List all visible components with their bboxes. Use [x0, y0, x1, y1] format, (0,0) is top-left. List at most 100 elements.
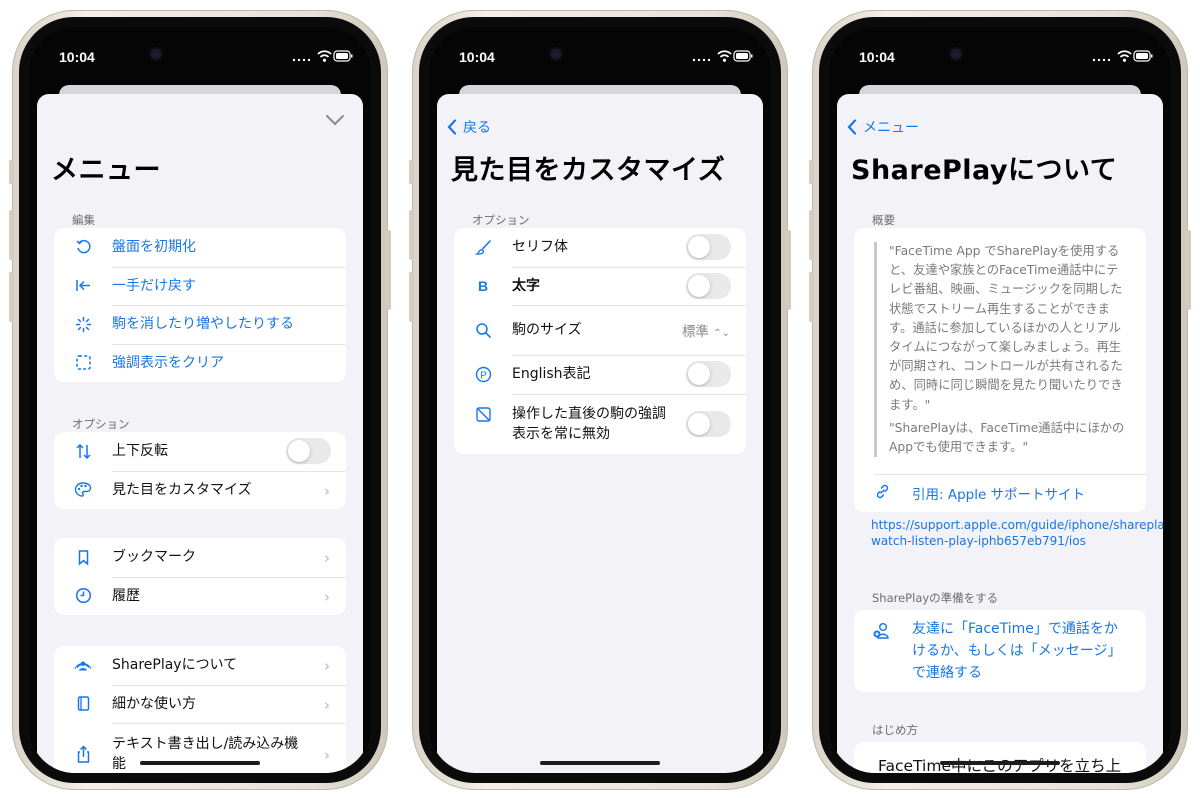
bold-label: 太字 [512, 277, 540, 294]
customize-look-label: 見た目をカスタマイズ [112, 481, 252, 498]
prepare-text: 友達に「FaceTime」で通話をかけるか、もしくは「メッセージ」で連絡する [912, 621, 1122, 681]
chevron-right-icon: › [324, 549, 330, 568]
front-camera [951, 49, 961, 59]
piece-size-row[interactable]: 駒のサイズ 標準 ⌃⌄ [454, 305, 746, 355]
front-camera [151, 49, 161, 59]
bold-toggle[interactable] [686, 272, 731, 299]
undo-move-label: 一手だけ戻す [112, 277, 196, 294]
shareplay-sheet: メニュー SharePlayについて 概要 "FaceTime App でSha… [837, 94, 1163, 773]
reset-board-row[interactable]: 盤面を初期化 [54, 228, 346, 267]
chevron-left-icon [447, 119, 457, 135]
section-label-options: オプション [72, 417, 130, 431]
disable-highlight-row: 操作した直後の駒の強調表示を常に無効 [454, 393, 746, 454]
chevron-down-icon[interactable] [325, 110, 345, 131]
home-indicator[interactable] [540, 761, 660, 765]
appearance-options-group: セリフ体 B 太字 駒のサイズ 標準 ⌃⌄ P English表記 操作した直後… [454, 228, 746, 454]
citation-label: 引用: Apple サポートサイト [912, 487, 1086, 503]
serif-label: セリフ体 [512, 239, 568, 256]
clock-icon [74, 587, 92, 605]
how-to-row[interactable]: 細かな使い方 › [54, 684, 346, 724]
screen-shareplay: 10:04 メニュー SharePlayについて 概要 "FaceTime Ap… [829, 27, 1171, 773]
bookmark-icon [74, 548, 92, 566]
serif-row: セリフ体 [454, 228, 746, 267]
start-card: FaceTime中にこのアプリを立ち上げ、 [854, 742, 1146, 773]
svg-text:P: P [480, 370, 487, 381]
quote-paragraph-2: "SharePlayは、FaceTime通話中にほかのAppでも使用できます。" [889, 420, 1125, 455]
bold-icon: B [477, 277, 489, 294]
chevron-up-down-icon: ⌃⌄ [713, 328, 730, 339]
history-row[interactable]: 履歴 › [54, 576, 346, 616]
arrow-up-down-icon [74, 442, 92, 460]
english-row: P English表記 [454, 355, 746, 394]
edit-group: 盤面を初期化 一手だけ戻す 駒を消したり増やしたりする 強調表示をクリア [54, 228, 346, 382]
phone-frame-shareplay: 10:04 メニュー SharePlayについて 概要 "FaceTime Ap… [809, 10, 1191, 790]
piece-size-value[interactable]: 標準 ⌃⌄ [682, 320, 730, 340]
home-indicator[interactable] [940, 761, 1060, 765]
about-group: SharePlayについて › 細かな使い方 › テキスト書き出し/読み込み機能… [54, 646, 346, 773]
status-time: 10:04 [59, 49, 95, 65]
chevron-right-icon: › [324, 657, 330, 676]
clear-highlight-row[interactable]: 強調表示をクリア [54, 343, 346, 383]
status-icons [692, 50, 753, 62]
overview-card: "FaceTime App でSharePlayを使用すると、友達や家族とのFa… [854, 228, 1146, 512]
back-button-label: 戻る [463, 120, 491, 136]
status-icons [292, 50, 353, 62]
reset-board-label: 盤面を初期化 [112, 239, 196, 256]
disable-highlight-toggle[interactable] [686, 410, 731, 437]
chevron-right-icon: › [324, 481, 330, 500]
shareplay-row[interactable]: SharePlayについて › [54, 646, 346, 685]
flip-board-label: 上下反転 [112, 443, 168, 460]
screen-customize: 10:04 戻る 見た目をカスタマイズ オプション セリフ体 B 太字 駒のサイ… [429, 27, 771, 773]
chevron-right-icon: › [324, 695, 330, 714]
disable-highlight-label: 操作した直後の駒の強調表示を常に無効 [512, 405, 666, 442]
back-button-label: メニュー [863, 120, 919, 136]
piece-size-label: 駒のサイズ [512, 322, 582, 338]
customize-look-row[interactable]: 見た目をカスタマイズ › [54, 470, 346, 510]
paintbrush-icon [474, 238, 492, 256]
history-group: ブックマーク › 履歴 › [54, 538, 346, 615]
english-label: English表記 [512, 366, 591, 383]
text-export-label: テキスト書き出し/読み込み機能 [112, 736, 299, 772]
flip-board-row: 上下反転 [54, 432, 346, 471]
bookmark-row[interactable]: ブックマーク › [54, 538, 346, 577]
text-export-row[interactable]: テキスト書き出し/読み込み機能 › [54, 723, 346, 773]
shareplay-label: SharePlayについて [112, 657, 238, 674]
citation-link[interactable]: 引用: Apple サポートサイト [854, 474, 1146, 512]
bold-row: B 太字 [454, 266, 746, 306]
overview-quote: "FaceTime App でSharePlayを使用すると、友達や家族とのFa… [874, 242, 1130, 458]
chevron-right-icon: › [324, 746, 330, 764]
serif-toggle[interactable] [686, 234, 731, 261]
support-url-link[interactable]: https://support.apple.com/guide/iphone/s… [871, 517, 1163, 549]
status-bar: 10:04 [429, 27, 771, 85]
section-label-start: はじめ方 [872, 723, 918, 737]
status-time: 10:04 [459, 49, 495, 65]
flip-board-toggle[interactable] [286, 438, 331, 465]
book-icon [74, 695, 92, 713]
page-title: SharePlayについて [851, 155, 1118, 186]
front-camera [551, 49, 561, 59]
arrow-left-to-line-icon [74, 277, 92, 295]
p-circle-icon: P [474, 365, 492, 383]
page-title: 見た目をカスタマイズ [451, 155, 726, 186]
back-button[interactable]: 戻る [447, 117, 491, 137]
edit-pieces-row[interactable]: 駒を消したり増やしたりする [54, 305, 346, 344]
status-icons [1092, 50, 1153, 62]
back-button[interactable]: メニュー [847, 117, 919, 137]
chevron-left-icon [847, 119, 857, 135]
screen-menu: 10:04 メニュー 編集 盤面を初期化 一手だけ戻す 駒を消したり増やしたりす… [29, 27, 371, 773]
page-title: メニュー [51, 155, 161, 186]
clear-highlight-label: 強調表示をクリア [112, 354, 224, 371]
options-group: 上下反転 見た目をカスタマイズ › [54, 432, 346, 509]
customize-sheet: 戻る 見た目をカスタマイズ オプション セリフ体 B 太字 駒のサイズ 標準 ⌃… [437, 94, 763, 773]
status-bar: 10:04 [829, 27, 1171, 85]
prepare-card[interactable]: 友達に「FaceTime」で通話をかけるか、もしくは「メッセージ」で連絡する [854, 610, 1146, 692]
edit-pieces-label: 駒を消したり増やしたりする [112, 316, 294, 333]
english-toggle[interactable] [686, 361, 731, 388]
section-label-overview: 概要 [872, 213, 895, 227]
home-indicator[interactable] [140, 761, 260, 765]
chevron-right-icon: › [324, 587, 330, 606]
undo-move-row[interactable]: 一手だけ戻す [54, 266, 346, 306]
link-icon [874, 483, 891, 504]
palette-icon [74, 481, 92, 499]
dashed-square-icon [74, 354, 92, 372]
